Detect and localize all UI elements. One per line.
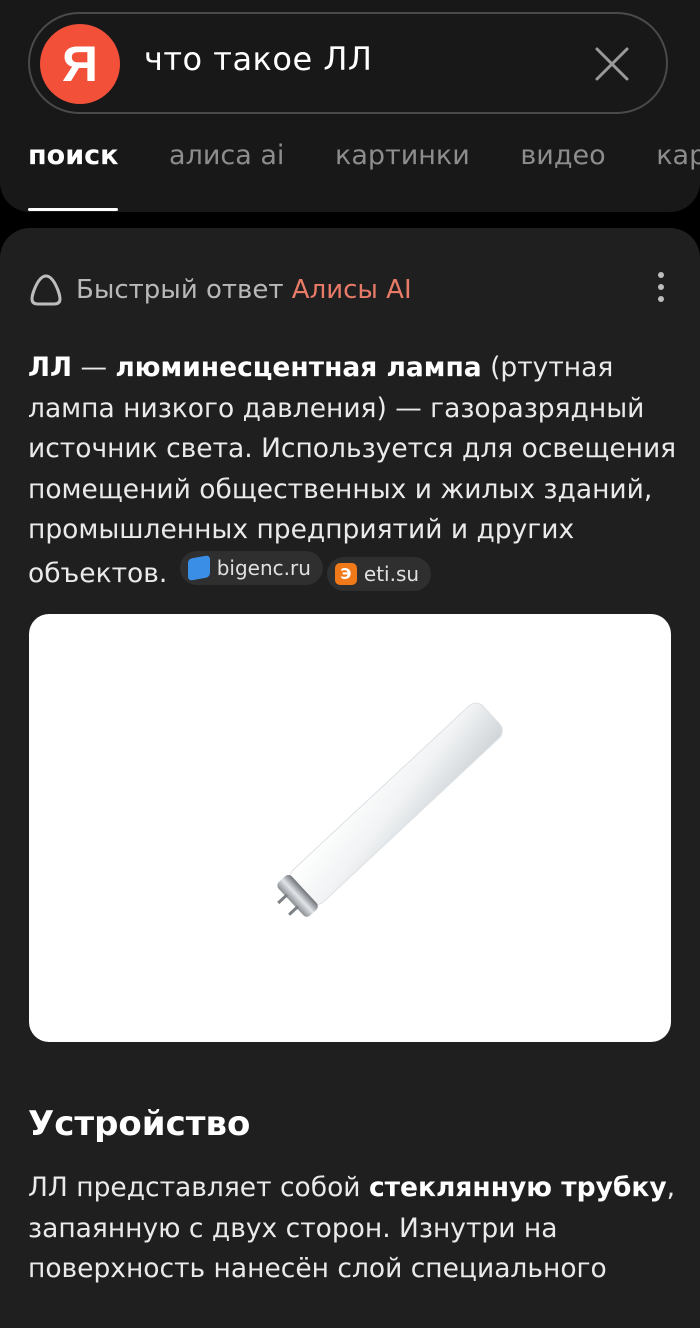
source-label: eti.su	[363, 561, 420, 586]
section-text-start: ЛЛ представляет собой	[28, 1172, 369, 1203]
source-chip-bigenc[interactable]: bigenc.ru	[179, 550, 323, 585]
answer-term: ЛЛ	[28, 352, 73, 383]
source-chip-eti[interactable]: Эeti.su	[326, 556, 432, 591]
bigenc-icon	[187, 554, 210, 581]
yandex-logo[interactable]: Я	[40, 24, 120, 104]
search-header: Я что такое ЛЛ поиск алиса ai картинки в…	[0, 0, 700, 212]
tab-images[interactable]: картинки	[335, 140, 470, 171]
quick-answer-card: Быстрый ответ Алисы AI ЛЛ — люминесцентн…	[0, 228, 700, 1328]
lamp-image[interactable]	[29, 614, 671, 1042]
section-text: ЛЛ представляет собой стеклянную трубку,…	[28, 1168, 678, 1290]
answer-definition-rest: (ртутная лампа низкого давления) — газор…	[28, 352, 677, 589]
tab-video[interactable]: видео	[520, 140, 605, 171]
answer-text: ЛЛ — люминесцентная лампа (ртутная лампа…	[28, 348, 678, 594]
quick-answer-title: Быстрый ответ Алисы AI	[76, 275, 412, 305]
fluorescent-lamp-icon	[277, 702, 503, 917]
eti-icon: Э	[334, 562, 357, 585]
section-title: Устройство	[28, 1104, 251, 1144]
answer-dash: —	[72, 352, 116, 383]
section-text-bold: стеклянную трубку	[368, 1172, 667, 1203]
search-query-text[interactable]: что такое ЛЛ	[144, 40, 372, 78]
source-label: bigenc.ru	[216, 555, 311, 580]
quick-answer-prefix: Быстрый ответ	[76, 275, 284, 305]
tab-search[interactable]: поиск	[28, 140, 119, 211]
search-bar[interactable]: Я что такое ЛЛ	[28, 12, 668, 114]
close-icon[interactable]	[592, 44, 632, 84]
tab-alisa-ai[interactable]: алиса ai	[169, 140, 284, 171]
search-tabs: поиск алиса ai картинки видео карты	[28, 140, 700, 211]
alisa-brand-label: Алисы AI	[291, 275, 412, 305]
quick-answer-header: Быстрый ответ Алисы AI	[28, 272, 412, 308]
tab-maps[interactable]: карты	[656, 140, 700, 171]
more-options-icon[interactable]	[656, 272, 666, 306]
answer-definition-bold: люминесцентная лампа	[115, 352, 482, 383]
alisa-icon	[30, 274, 62, 306]
